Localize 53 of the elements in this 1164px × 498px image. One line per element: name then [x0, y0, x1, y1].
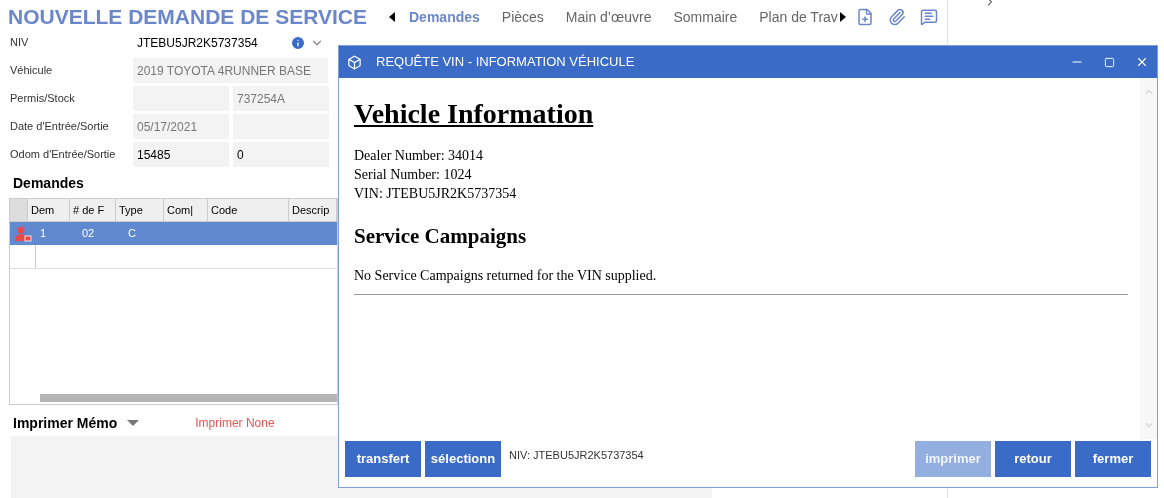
table-cell-text: 02	[81, 226, 96, 242]
input-field[interactable]: 2019 TOYOTA 4RUNNER BASE	[133, 58, 328, 83]
dialog-button[interactable]: fermer	[1075, 441, 1151, 477]
column-header[interactable]: Descrip	[289, 199, 337, 221]
table-row[interactable]: 1 02 C	[10, 222, 337, 245]
column-header[interactable]: # de F	[70, 199, 116, 221]
dialog-button[interactable]: transfert	[345, 441, 421, 477]
field-label: Véhicule	[9, 63, 54, 79]
column-header[interactable]: Com|	[164, 199, 208, 221]
input-field[interactable]: 05/17/2021	[133, 114, 229, 139]
maximize-icon[interactable]	[1104, 56, 1115, 68]
field-label: Date d'Entrée/Sortie	[9, 119, 110, 135]
tab[interactable]: Sommaire	[673, 6, 738, 28]
input-field[interactable]: 15485	[133, 142, 229, 167]
section-title: Demandes	[13, 174, 84, 193]
field-label: Odom d'Entrée/Sortie	[9, 147, 117, 163]
new-file-icon[interactable]	[855, 8, 874, 26]
campaigns-heading: Service Campaigns	[354, 223, 528, 250]
tab[interactable]: Demandes	[409, 6, 480, 28]
dialog-title: REQUÊTE VIN - INFORMATION VÉHICULE	[376, 53, 635, 72]
tab[interactable]: Plan de Trav	[759, 6, 838, 28]
tab[interactable]: Pièces	[501, 6, 544, 28]
scroll-right-icon[interactable]	[839, 12, 846, 22]
tab[interactable]: Main d’œuvre	[565, 6, 652, 28]
table-cell-text: 1	[39, 226, 48, 242]
comment-icon[interactable]	[919, 8, 938, 26]
info-icon[interactable]	[290, 34, 306, 51]
field-label: Permis/Stock	[9, 91, 76, 107]
column-header[interactable]: Type	[116, 199, 164, 221]
input-field[interactable]: 0	[233, 142, 329, 167]
vin-label: NIV: JTEBU5JR2K5737354	[509, 448, 644, 463]
memo-title: Imprimer Mémo	[13, 413, 118, 433]
page-title: NOUVELLE DEMANDE DE SERVICE	[8, 4, 367, 31]
close-icon[interactable]	[1135, 55, 1149, 69]
info-line: VIN: JTEBU5JR2K5737354	[354, 185, 518, 203]
dropdown-icon[interactable]	[127, 420, 140, 426]
horizontal-scrollbar[interactable]	[40, 394, 337, 402]
scroll-left-icon[interactable]	[389, 12, 395, 22]
print-status: Imprimer None	[195, 415, 275, 432]
input-field[interactable]: 737254A	[233, 86, 329, 111]
cube-icon	[347, 54, 362, 70]
campaigns-message: No Service Campaigns returned for the VIN supplied.	[354, 266, 658, 285]
column-header[interactable]: Code	[208, 199, 289, 221]
field-label: NIV	[9, 35, 30, 51]
info-line: Serial Number: 1024	[354, 166, 473, 184]
dialog-button[interactable]: sélectionn	[425, 441, 501, 477]
person-icon	[14, 225, 32, 242]
table-cell-text: C	[127, 226, 137, 242]
info-line: Dealer Number: 34014	[354, 147, 485, 165]
attachment-icon[interactable]	[887, 8, 906, 26]
column-header[interactable]: Dem	[28, 199, 70, 221]
info-heading: Vehicle Information	[354, 97, 594, 131]
dialog-button[interactable]: retour	[995, 441, 1071, 477]
